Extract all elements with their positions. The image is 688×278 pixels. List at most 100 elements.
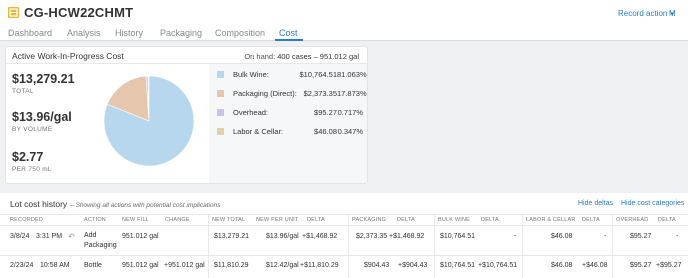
col-bulk-wine-delta: DELTA	[481, 217, 499, 223]
legend-value: $95.27	[314, 108, 337, 117]
row-action-line1: Add	[84, 232, 97, 239]
table-row[interactable]: 3/8/24 3:31 PM ↶ Add Packaging 951.012 g…	[0, 227, 688, 255]
col-new-fill: NEW FILL	[122, 217, 149, 223]
col-new-total: NEW TOTAL	[212, 217, 246, 223]
cost-breakdown-pie	[103, 75, 195, 167]
tab-history[interactable]: History	[115, 28, 143, 38]
col-labor: LABOR & CELLAR	[526, 217, 576, 223]
col-new-per-unit: NEW PER UNIT	[256, 217, 299, 223]
row-bulk-wine-delta: -	[514, 233, 517, 240]
row-new-total: $11,810.29	[214, 262, 249, 269]
legend-value: $2,373.35	[303, 89, 337, 98]
record-action-label: Record action	[618, 9, 668, 18]
col-overhead-delta: DELTA	[658, 217, 676, 223]
legend-swatch	[217, 71, 224, 78]
row-labor: $46.08	[551, 233, 573, 240]
more-button[interactable]: M	[669, 9, 676, 18]
col-delta: DELTA	[307, 217, 325, 223]
col-packaging-delta: DELTA	[397, 217, 415, 223]
row-delta: +$1,468.92	[302, 233, 338, 240]
total-cost-metric: $13,279.21 TOTAL	[12, 72, 75, 95]
row-new-fill: 951.012 gal	[122, 262, 159, 269]
on-hand-label: On hand:	[244, 52, 276, 61]
legend-swatch	[217, 128, 224, 135]
row-packaging: $904.43	[364, 262, 390, 269]
row-time: 3:31 PM	[36, 233, 63, 240]
row-action-line1: Bottle	[84, 262, 102, 269]
lot-cost-history: Lot cost history – Showing all actions wi…	[0, 193, 688, 278]
row-new-per-unit: $13.96/gal	[266, 233, 299, 240]
row-change: +951.012 gal	[164, 262, 205, 269]
col-packaging: PACKAGING	[352, 217, 387, 223]
record-action-button[interactable]: Record action ▾	[618, 9, 674, 18]
col-recorded: RECORDED	[10, 217, 44, 223]
row-new-fill: 951.012 gal	[122, 233, 159, 240]
on-hand-summary: On hand: 400 cases – 951.012 gal	[244, 52, 359, 61]
row-bulk-wine: $10,764.51	[440, 262, 476, 269]
legend-row-bulk-wine: Bulk Wine: $10,764.51 81.063%	[209, 69, 367, 81]
card-header: Active Work-In-Progress Cost On hand: 40…	[6, 47, 367, 64]
legend-value: $10,764.51	[299, 70, 337, 79]
row-overhead: $95.27	[630, 262, 652, 269]
row-time: 10:58 AM	[40, 262, 70, 269]
tab-analysis[interactable]: Analysis	[67, 28, 101, 38]
per-750-label: PER 750 mL	[12, 166, 52, 173]
active-tab-indicator	[275, 39, 303, 41]
card-title: Active Work-In-Progress Cost	[12, 51, 124, 61]
tab-cost[interactable]: Cost	[279, 28, 298, 38]
page-title: CG-HCW22CHMT	[24, 5, 134, 20]
row-new-total: $13,279.21	[214, 233, 250, 240]
legend-percent: 17.873%	[337, 89, 367, 98]
history-title-text: Lot cost history	[10, 199, 68, 209]
row-labor-delta: -	[604, 233, 607, 240]
on-hand-value: 400 cases – 951.012 gal	[277, 52, 359, 61]
row-delta: +$11,810.29	[300, 262, 339, 269]
row-action-line2: Packaging	[84, 242, 117, 249]
legend-row-overhead: Overhead: $95.27 0.717%	[209, 107, 367, 119]
row-packaging-delta: +$1,468.92	[389, 233, 425, 240]
col-change: CHANGE	[165, 217, 190, 223]
undo-icon[interactable]: ↶	[68, 232, 75, 241]
row-overhead-delta: -	[676, 233, 679, 240]
total-cost-label: TOTAL	[12, 88, 34, 95]
legend-swatch	[217, 90, 224, 97]
tab-packaging[interactable]: Packaging	[160, 28, 202, 38]
row-overhead: $95.27	[630, 233, 652, 240]
legend-row-labor: Labor & Cellar: $46.08 0.347%	[209, 126, 367, 138]
per-750-metric: $2.77 PER 750 mL	[12, 150, 52, 173]
history-subtitle: – Showing all actions with potential cos…	[70, 202, 221, 209]
tab-dashboard[interactable]: Dashboard	[8, 28, 52, 38]
row-bulk-wine: $10,764.51	[440, 233, 476, 240]
row-date: 2/23/24	[10, 262, 34, 269]
row-packaging: $2,373.35	[356, 233, 388, 240]
app-header: CG-HCW22CHMT Record action ▾ M	[0, 0, 688, 25]
legend-value: $46.08	[314, 127, 337, 136]
legend-row-packaging: Packaging (Direct): $2,373.35 17.873%	[209, 88, 367, 100]
col-bulk-wine: BULK WINE	[438, 217, 471, 223]
per-gal-value: $13.96/gal	[12, 110, 72, 124]
cost-breakdown-legend: Bulk Wine: $10,764.51 81.063% Packaging …	[209, 64, 367, 183]
col-action: ACTION	[84, 217, 106, 223]
per-gal-label: BY VOLUME	[12, 126, 53, 133]
legend-name: Bulk Wine:	[233, 70, 269, 79]
per-750-value: $2.77	[12, 150, 44, 164]
legend-percent: 0.347%	[337, 127, 363, 136]
col-overhead: OVERHEAD	[616, 217, 649, 223]
legend-name: Labor & Cellar:	[233, 127, 284, 136]
hide-cost-categories-link[interactable]: Hide cost categories	[621, 200, 684, 207]
table-row[interactable]: 2/23/24 10:58 AM Bottle 951.012 gal +951…	[0, 256, 688, 278]
legend-name: Overhead:	[233, 108, 269, 117]
tab-composition[interactable]: Composition	[215, 28, 265, 38]
wip-cost-card: Active Work-In-Progress Cost On hand: 40…	[6, 47, 367, 183]
history-title: Lot cost history – Showing all actions wi…	[10, 199, 220, 209]
row-labor: $46.08	[551, 262, 573, 269]
tab-bar: Dashboard Analysis History Packaging Com…	[0, 25, 688, 41]
row-date: 3/8/24	[10, 233, 30, 240]
legend-swatch	[217, 109, 224, 116]
hide-deltas-link[interactable]: Hide deltas	[578, 200, 613, 207]
row-new-per-unit: $12.42/gal	[266, 262, 299, 269]
row-bulk-wine-delta: +$10,764.51	[478, 262, 518, 269]
legend-percent: 81.063%	[337, 70, 367, 79]
total-cost-value: $13,279.21	[12, 72, 75, 86]
history-table-header: RECORDED ACTION NEW FILL CHANGE NEW TOTA…	[0, 214, 688, 226]
